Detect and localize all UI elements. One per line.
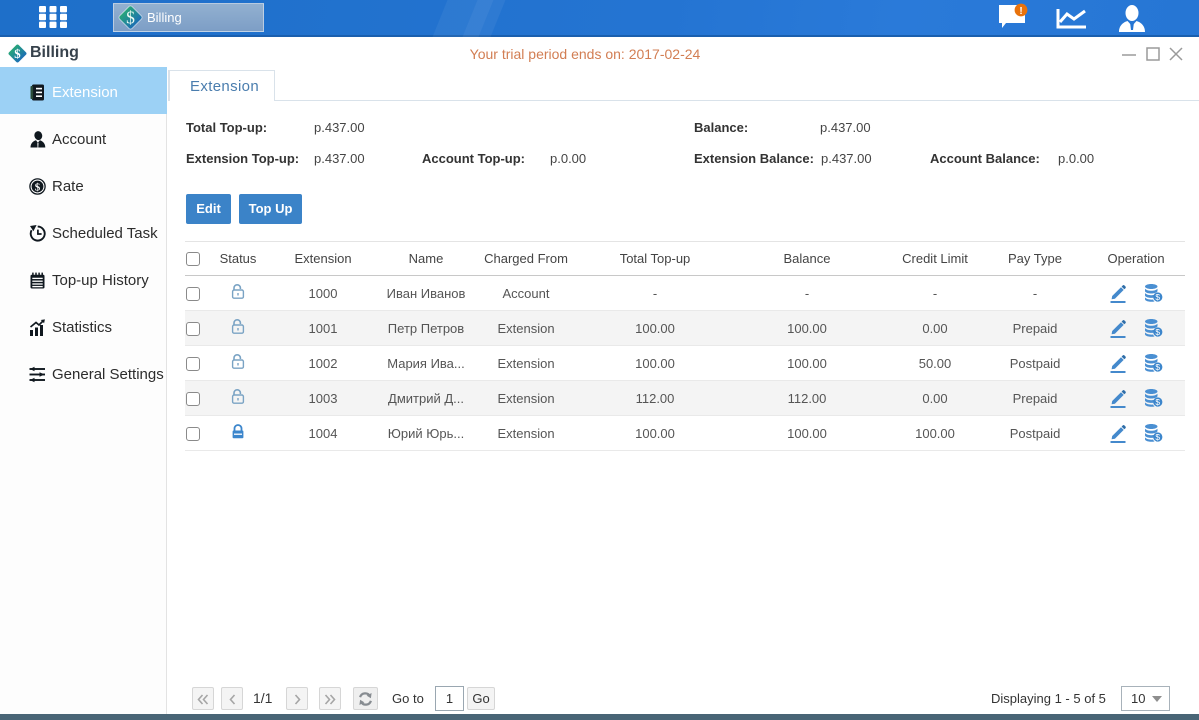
svg-text:$: $	[1155, 432, 1160, 442]
svg-text:$: $	[1155, 327, 1160, 337]
svg-text:$: $	[1155, 397, 1160, 407]
svg-text:$: $	[35, 181, 41, 193]
svg-text:$: $	[1155, 362, 1160, 372]
svg-text:$: $	[1155, 292, 1160, 302]
svg-text:$: $	[126, 8, 135, 28]
svg-text:!: !	[1019, 6, 1022, 17]
